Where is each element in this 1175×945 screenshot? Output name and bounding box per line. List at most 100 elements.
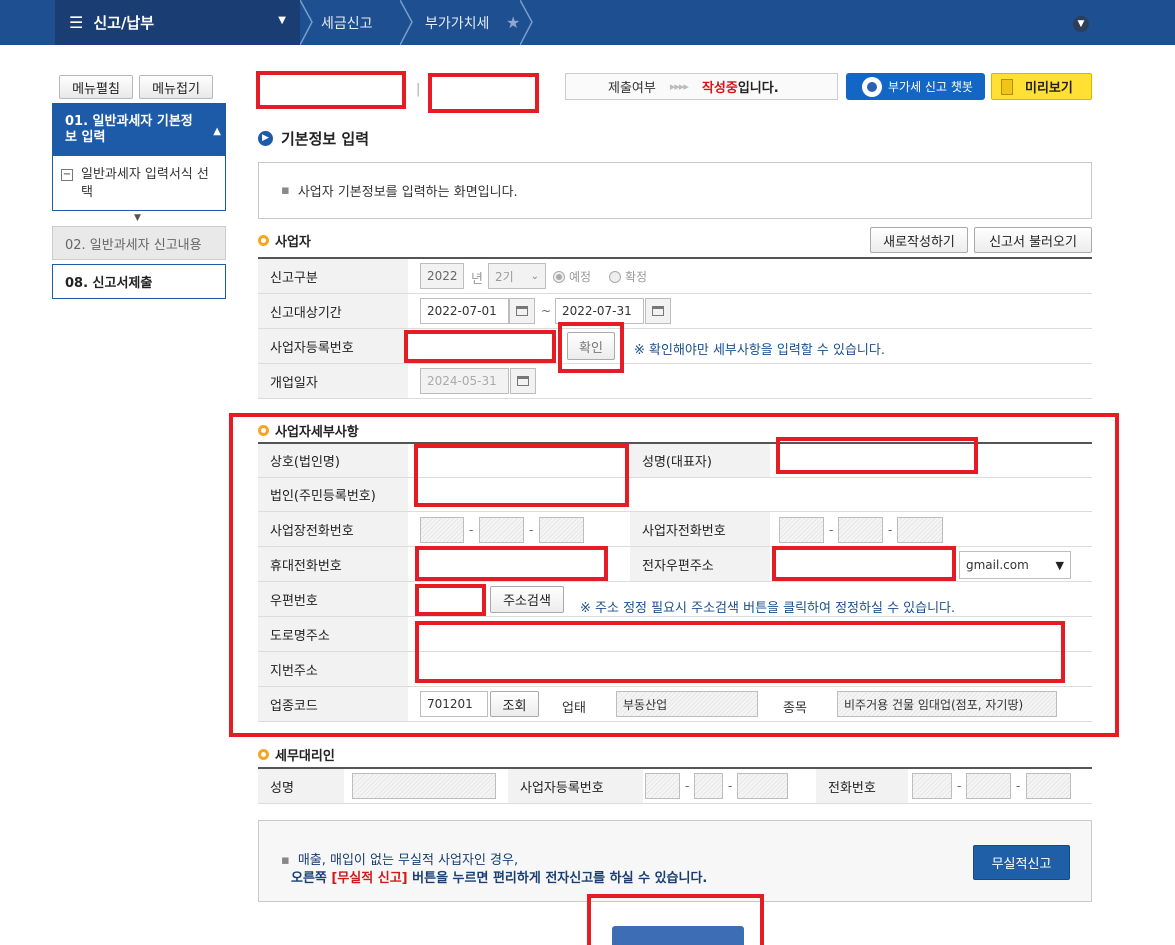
- step-1-subitem[interactable]: − 일반과세자 입력서식 선택: [53, 156, 225, 202]
- open-date-label: 개업일자: [258, 364, 408, 398]
- load-report-button[interactable]: 신고서 불러오기: [974, 227, 1092, 253]
- dash: -: [728, 779, 733, 793]
- arrows-icon: ▸▸▸▸: [669, 80, 689, 93]
- agent-reg-2[interactable]: [694, 773, 723, 799]
- report-type-label: 신고구분: [258, 259, 408, 293]
- calendar-icon[interactable]: [510, 368, 536, 394]
- top-nav-bar: ☰ 신고/납부 ▼ 세금신고 부가가치세 ★ ▼: [0, 0, 1175, 45]
- status-suffix: 입니다.: [737, 81, 779, 96]
- vat-chatbot-button[interactable]: 부가세 신고 챗봇: [846, 73, 985, 100]
- submission-status: 제출여부 ▸▸▸▸ 작성중 입니다.: [565, 73, 838, 100]
- period-label: 신고대상기간: [258, 294, 408, 328]
- agent-phone-1[interactable]: [912, 773, 952, 799]
- info-box: ▪ 사업자 기본정보를 입력하는 화면입니다.: [258, 162, 1092, 219]
- step-1-subitem-label: 일반과세자 입력서식 선택: [81, 167, 209, 200]
- arrow-circle-icon: ▶: [258, 131, 273, 146]
- open-date-field[interactable]: 2024-05-31: [420, 368, 509, 394]
- bullet-icon: ▪: [281, 853, 290, 868]
- menu-title: 신고/납부: [93, 14, 155, 32]
- breadcrumb-separator-icon: [520, 0, 534, 45]
- no-sales-line-1: ▪ 매출, 매입이 없는 무실적 사업자인 경우,: [281, 849, 518, 868]
- confirm-note: ※ 확인해야만 세부사항을 입력할 수 있습니다.: [634, 343, 885, 358]
- no-sales-report-button[interactable]: 무실적신고: [973, 845, 1070, 880]
- section-title-text: 기본정보 입력: [281, 130, 370, 148]
- divider: |: [416, 82, 421, 97]
- no-sales-info-box: ▪ 매출, 매입이 없는 무실적 사업자인 경우, 오른쪽 [무실적 신고] 버튼…: [258, 820, 1092, 902]
- bullet-icon: ▪: [281, 183, 290, 198]
- orange-bullet-icon: [258, 235, 269, 246]
- radio-expected[interactable]: 예정: [553, 268, 591, 285]
- breadcrumb-tax-filing[interactable]: 세금신고: [321, 0, 373, 45]
- reg-no-label: 사업자등록번호: [258, 329, 408, 363]
- period-select[interactable]: 2기 ⌄: [488, 263, 546, 289]
- menu-collapse-button[interactable]: 메뉴접기: [139, 75, 213, 99]
- triangle-down-icon: ▼: [134, 213, 141, 223]
- date-tilde: ~: [541, 304, 552, 318]
- radio-icon: [553, 271, 565, 283]
- agent-name-field[interactable]: [352, 773, 496, 799]
- redacted-box: [229, 413, 1119, 737]
- section-title: ▶ 기본정보 입력: [258, 128, 369, 149]
- line-2-highlight: [무실적 신고]: [331, 871, 408, 886]
- new-write-button[interactable]: 새로작성하기: [870, 227, 968, 253]
- redacted-box: [587, 894, 764, 945]
- agent-reg-1[interactable]: [645, 773, 680, 799]
- chevron-down-circle-icon[interactable]: ▼: [1073, 16, 1089, 32]
- line-2-suffix: 버튼을 누르면 편리하게 전자신고를 하실 수 있습니다.: [407, 871, 708, 886]
- agent-name-label: 성명: [258, 769, 344, 803]
- report-year-field[interactable]: 2022: [420, 263, 464, 289]
- star-icon[interactable]: ★: [506, 0, 520, 45]
- step-1-title: 01. 일반과세자 기본정보 입력: [65, 114, 193, 145]
- caret-up-icon[interactable]: ▲: [213, 124, 221, 140]
- calendar-icon[interactable]: [645, 298, 671, 324]
- agent-phone-label: 전화번호: [816, 769, 908, 803]
- chevron-down-icon: ⌄: [530, 270, 539, 282]
- redacted-box: [404, 330, 556, 363]
- preview-label: 미리보기: [1025, 81, 1073, 96]
- document-icon: [1001, 78, 1013, 95]
- agent-phone-3[interactable]: [1026, 773, 1071, 799]
- chatbot-icon: [862, 76, 882, 97]
- minus-box-icon: −: [61, 169, 73, 181]
- breadcrumb-vat[interactable]: 부가가치세: [425, 0, 489, 45]
- menu-expand-button[interactable]: 메뉴펼침: [59, 75, 133, 99]
- chatbot-label: 부가세 신고 챗봇: [888, 80, 973, 94]
- report-type-row: 신고구분: [258, 259, 1092, 294]
- radio-expected-label: 예정: [569, 270, 592, 284]
- step-2-item[interactable]: 02. 일반과세자 신고내용: [52, 226, 226, 260]
- period-row: 신고대상기간: [258, 294, 1092, 329]
- line-2-prefix: 오른쪽: [291, 871, 332, 886]
- agent-phone-2[interactable]: [966, 773, 1011, 799]
- agent-reg-no-label: 사업자등록번호: [508, 769, 643, 803]
- info-text: 사업자 기본정보를 입력하는 화면입니다.: [297, 185, 518, 200]
- open-date-row: 개업일자: [258, 364, 1092, 399]
- breadcrumb-separator-icon: [400, 0, 414, 45]
- date-to-field[interactable]: 2022-07-31: [555, 298, 644, 324]
- radio-final-label: 확정: [625, 270, 648, 284]
- period-value: 2기: [495, 269, 514, 284]
- no-sales-line-2: 오른쪽 [무실적 신고] 버튼을 누르면 편리하게 전자신고를 하실 수 있습니…: [291, 867, 707, 886]
- dash: -: [957, 779, 962, 793]
- redacted-box: [256, 71, 406, 109]
- step-8-item[interactable]: 08. 신고서제출: [52, 264, 226, 299]
- agent-section-title: 세무대리인: [258, 745, 335, 764]
- business-section-title: 사업자: [258, 231, 311, 250]
- no-sales-line-1-text: 매출, 매입이 없는 무실적 사업자인 경우,: [297, 853, 519, 868]
- breadcrumb-separator-icon: [300, 0, 314, 45]
- agent-title: 세무대리인: [275, 749, 335, 764]
- dash: -: [685, 779, 690, 793]
- preview-button[interactable]: 미리보기: [991, 73, 1092, 100]
- redacted-box: [428, 73, 539, 113]
- agent-reg-3[interactable]: [737, 773, 788, 799]
- radio-icon: [609, 271, 621, 283]
- year-unit: 년: [471, 272, 483, 287]
- menu-dropdown[interactable]: ☰ 신고/납부 ▼: [55, 0, 300, 45]
- calendar-icon[interactable]: [509, 298, 535, 324]
- caret-down-icon: ▼: [278, 15, 286, 26]
- step-1-panel: 01. 일반과세자 기본정보 입력 ▲ − 일반과세자 입력서식 선택: [52, 103, 226, 211]
- status-label: 제출여부: [608, 81, 656, 96]
- radio-final[interactable]: 확정: [609, 268, 647, 285]
- step-1-header[interactable]: 01. 일반과세자 기본정보 입력 ▲: [53, 104, 225, 156]
- date-from-field[interactable]: 2022-07-01: [420, 298, 509, 324]
- hamburger-icon: ☰: [69, 13, 84, 32]
